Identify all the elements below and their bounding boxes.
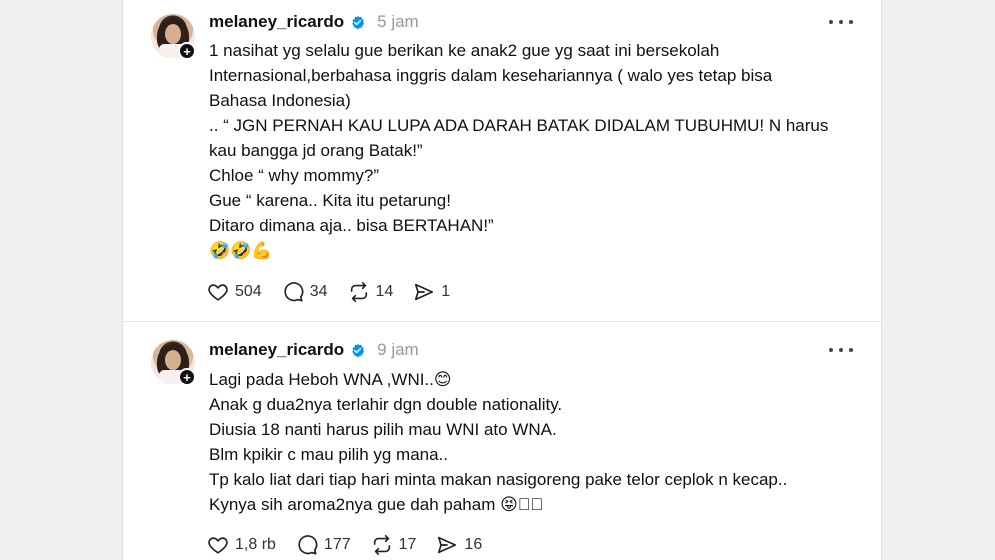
reply-button[interactable]: 34 xyxy=(282,281,328,303)
comment-icon xyxy=(284,282,304,302)
post-line: Internasional,berbahasa inggris dalam ke… xyxy=(209,66,773,85)
heart-icon xyxy=(208,284,228,301)
post-line: 1 nasihat yg selalu gue berikan ke anak2… xyxy=(209,41,720,60)
verified-badge-icon xyxy=(352,343,365,357)
share-icon xyxy=(415,283,434,301)
post-line: Tp kalo liat dari tiap hari minta makan … xyxy=(209,470,788,489)
emoji-line: 🤣🤣💪 xyxy=(209,241,273,260)
username[interactable]: melaney_ricardo xyxy=(209,12,344,32)
repost-button[interactable]: 17 xyxy=(371,534,417,556)
reply-count: 177 xyxy=(323,536,351,553)
post-line: Blm kpikir c mau pilih yg mana.. xyxy=(209,445,449,464)
share-count: 1 xyxy=(441,283,451,300)
comment-icon xyxy=(298,535,318,555)
more-options-icon[interactable] xyxy=(829,340,853,360)
repost-count: 14 xyxy=(375,283,394,300)
like-button[interactable]: 504 xyxy=(207,281,262,303)
post-text: 1 nasihat yg selalu gue berikan ke anak2… xyxy=(209,38,849,263)
avatar-face xyxy=(165,350,181,370)
reply-button[interactable]: 177 xyxy=(296,534,351,556)
post-line: kau bangga jd orang Batak!” xyxy=(209,141,423,160)
verified-badge-icon xyxy=(352,15,365,29)
post-time: 5 jam xyxy=(377,12,419,31)
threads-feed: + melaney_ricardo 5 jam 1 nasihat yg sel… xyxy=(122,0,882,560)
avatar[interactable]: + xyxy=(151,14,196,60)
post-line: Gue “ karena.. Kita itu petarung! xyxy=(209,191,451,210)
more-options-icon[interactable] xyxy=(829,12,853,32)
username[interactable]: melaney_ricardo xyxy=(209,340,344,360)
reply-count: 34 xyxy=(309,283,328,300)
post-line: Bahasa Indonesia) xyxy=(209,91,351,110)
share-icon xyxy=(438,536,457,554)
like-count: 1,8 rb xyxy=(235,536,276,553)
post-line: Ditaro dimana aja.. bisa BERTAHAN!” xyxy=(209,216,494,235)
heart-icon xyxy=(208,537,228,554)
follow-plus-icon[interactable]: + xyxy=(178,42,196,60)
post-line: Kynya sih aroma2nya gue dah paham 😝􏿾􏿾 xyxy=(209,495,544,514)
post-line: Anak g dua2nya terlahir dgn double natio… xyxy=(209,395,563,414)
post-line: .. “ JGN PERNAH KAU LUPA ADA DARAH BATAK… xyxy=(209,116,829,135)
like-count: 504 xyxy=(235,283,262,300)
repost-icon xyxy=(373,535,390,555)
avatar[interactable]: + xyxy=(151,340,196,386)
repost-count: 17 xyxy=(398,536,417,553)
share-button[interactable]: 1 xyxy=(413,281,450,303)
post-line: Lagi pada Heboh WNA ,WNI..😊 xyxy=(209,370,452,389)
post-header: melaney_ricardo 5 jam xyxy=(209,10,419,34)
follow-plus-icon[interactable]: + xyxy=(178,368,196,386)
repost-icon xyxy=(350,282,367,302)
post-header: melaney_ricardo 9 jam xyxy=(209,338,419,362)
post-text: Lagi pada Heboh WNA ,WNI..😊 Anak g dua2n… xyxy=(209,367,849,517)
repost-button[interactable]: 14 xyxy=(348,281,394,303)
post: + melaney_ricardo 9 jam Lagi pada Heboh … xyxy=(123,322,881,560)
post: + melaney_ricardo 5 jam 1 nasihat yg sel… xyxy=(123,0,881,322)
share-count: 16 xyxy=(464,536,483,553)
post-time: 9 jam xyxy=(377,340,419,359)
post-line: Chloe “ why mommy?” xyxy=(209,166,380,185)
post-line: Diusia 18 nanti harus pilih mau WNI ato … xyxy=(209,420,557,439)
avatar-face xyxy=(165,24,181,44)
post-actions: 504 34 14 1 xyxy=(207,280,470,304)
share-button[interactable]: 16 xyxy=(436,534,482,556)
like-button[interactable]: 1,8 rb xyxy=(207,534,276,556)
post-actions: 1,8 rb 177 17 16 xyxy=(207,533,502,557)
